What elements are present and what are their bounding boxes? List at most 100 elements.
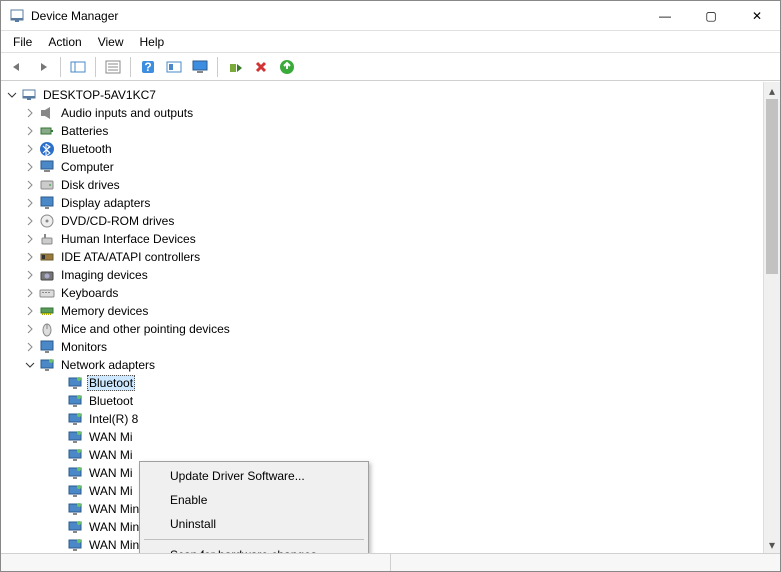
category-label: Audio inputs and outputs	[59, 106, 195, 120]
category-node[interactable]: Audio inputs and outputs	[3, 104, 778, 122]
back-button[interactable]	[5, 55, 29, 79]
device-label: WAN Mi	[87, 430, 135, 444]
category-node[interactable]: Imaging devices	[3, 266, 778, 284]
device-node[interactable]: WAN Mi	[3, 464, 778, 482]
memory-icon	[39, 303, 55, 319]
ide-icon	[39, 249, 55, 265]
network-adapter-icon	[67, 429, 83, 445]
expand-icon[interactable]	[23, 286, 37, 300]
collapse-icon[interactable]	[5, 88, 19, 102]
category-node[interactable]: Human Interface Devices	[3, 230, 778, 248]
keyboard-icon	[39, 285, 55, 301]
minimize-button[interactable]: —	[642, 1, 688, 30]
expand-icon[interactable]	[23, 178, 37, 192]
category-label: Mice and other pointing devices	[59, 322, 232, 336]
context-item-update-driver-software[interactable]: Update Driver Software...	[142, 464, 366, 488]
mouse-icon	[39, 321, 55, 337]
vertical-scrollbar[interactable]: ▴ ▾	[763, 82, 780, 553]
device-node[interactable]: WAN Miniport (PPTP)	[3, 536, 778, 553]
scan-button[interactable]	[275, 55, 299, 79]
network-adapter-icon	[67, 501, 83, 517]
bluetooth-icon	[39, 141, 55, 157]
expand-icon[interactable]	[23, 142, 37, 156]
monitor-button[interactable]	[188, 55, 212, 79]
expand-icon[interactable]	[23, 250, 37, 264]
category-node[interactable]: Computer	[3, 158, 778, 176]
expand-icon[interactable]	[23, 322, 37, 336]
expand-icon[interactable]	[23, 196, 37, 210]
category-node[interactable]: DVD/CD-ROM drives	[3, 212, 778, 230]
scroll-thumb[interactable]	[766, 99, 778, 274]
network-adapter-icon	[67, 393, 83, 409]
category-node[interactable]: Monitors	[3, 338, 778, 356]
device-node[interactable]: Bluetoot	[3, 392, 778, 410]
menu-action[interactable]: Action	[40, 33, 89, 51]
category-label: Imaging devices	[59, 268, 150, 282]
properties-button[interactable]	[162, 55, 186, 79]
help-button[interactable]: ?	[136, 55, 160, 79]
menu-view[interactable]: View	[90, 33, 132, 51]
category-label: Keyboards	[59, 286, 120, 300]
network-adapter-icon	[67, 375, 83, 391]
category-node[interactable]: Mice and other pointing devices	[3, 320, 778, 338]
expand-icon[interactable]	[23, 304, 37, 318]
network-adapter-icon	[67, 465, 83, 481]
expand-icon[interactable]	[23, 106, 37, 120]
expand-icon[interactable]	[23, 214, 37, 228]
menu-bar: File Action View Help	[1, 31, 780, 53]
context-item-uninstall[interactable]: Uninstall	[142, 512, 366, 536]
device-node[interactable]: WAN Mi	[3, 482, 778, 500]
imaging-icon	[39, 267, 55, 283]
device-label: Bluetoot	[87, 394, 135, 408]
delete-button[interactable]	[249, 55, 273, 79]
device-node[interactable]: WAN Mi	[3, 428, 778, 446]
context-separator	[144, 539, 364, 540]
category-node[interactable]: Network adapters	[3, 356, 778, 374]
category-label: Human Interface Devices	[59, 232, 198, 246]
scroll-down-arrow[interactable]: ▾	[764, 536, 780, 553]
tree-panel: DESKTOP-5AV1KC7 Audio inputs and outputs B…	[1, 81, 780, 553]
category-node[interactable]: Batteries	[3, 122, 778, 140]
network-adapter-icon	[67, 411, 83, 427]
update-driver-button[interactable]	[223, 55, 247, 79]
expand-icon[interactable]	[23, 124, 37, 138]
network-adapter-icon	[67, 447, 83, 463]
status-pane-2	[391, 554, 780, 571]
close-button[interactable]: ✕	[734, 1, 780, 30]
category-label: DVD/CD-ROM drives	[59, 214, 176, 228]
device-node[interactable]: WAN Miniport (Network Monitor)	[3, 500, 778, 518]
maximize-button[interactable]: ▢	[688, 1, 734, 30]
expand-icon[interactable]	[23, 232, 37, 246]
device-node[interactable]: Intel(R) 8	[3, 410, 778, 428]
tree-root-node[interactable]: DESKTOP-5AV1KC7	[3, 86, 778, 104]
context-item-enable[interactable]: Enable	[142, 488, 366, 512]
category-node[interactable]: Bluetooth	[3, 140, 778, 158]
category-node[interactable]: Memory devices	[3, 302, 778, 320]
expand-icon[interactable]	[23, 268, 37, 282]
category-node[interactable]: Disk drives	[3, 176, 778, 194]
device-label: WAN Mi	[87, 466, 135, 480]
network-adapter-icon	[67, 519, 83, 535]
expand-icon[interactable]	[23, 160, 37, 174]
device-node[interactable]: WAN Miniport (PPPOE)	[3, 518, 778, 536]
details-button[interactable]	[101, 55, 125, 79]
device-node[interactable]: WAN Mi	[3, 446, 778, 464]
context-item-scan-for-hardware-changes[interactable]: Scan for hardware changes	[142, 543, 366, 553]
forward-button[interactable]	[31, 55, 55, 79]
app-icon	[9, 8, 25, 24]
category-node[interactable]: Keyboards	[3, 284, 778, 302]
show-hidden-button[interactable]	[66, 55, 90, 79]
category-label: Network adapters	[59, 358, 157, 372]
device-node[interactable]: Bluetoot	[3, 374, 778, 392]
menu-help[interactable]: Help	[132, 33, 173, 51]
device-tree[interactable]: DESKTOP-5AV1KC7 Audio inputs and outputs B…	[1, 82, 780, 553]
display-icon	[39, 195, 55, 211]
root-label: DESKTOP-5AV1KC7	[41, 88, 158, 102]
category-node[interactable]: IDE ATA/ATAPI controllers	[3, 248, 778, 266]
collapse-icon[interactable]	[23, 358, 37, 372]
menu-file[interactable]: File	[5, 33, 40, 51]
expand-icon[interactable]	[23, 340, 37, 354]
monitor-icon	[39, 339, 55, 355]
category-node[interactable]: Display adapters	[3, 194, 778, 212]
scroll-up-arrow[interactable]: ▴	[764, 82, 780, 99]
